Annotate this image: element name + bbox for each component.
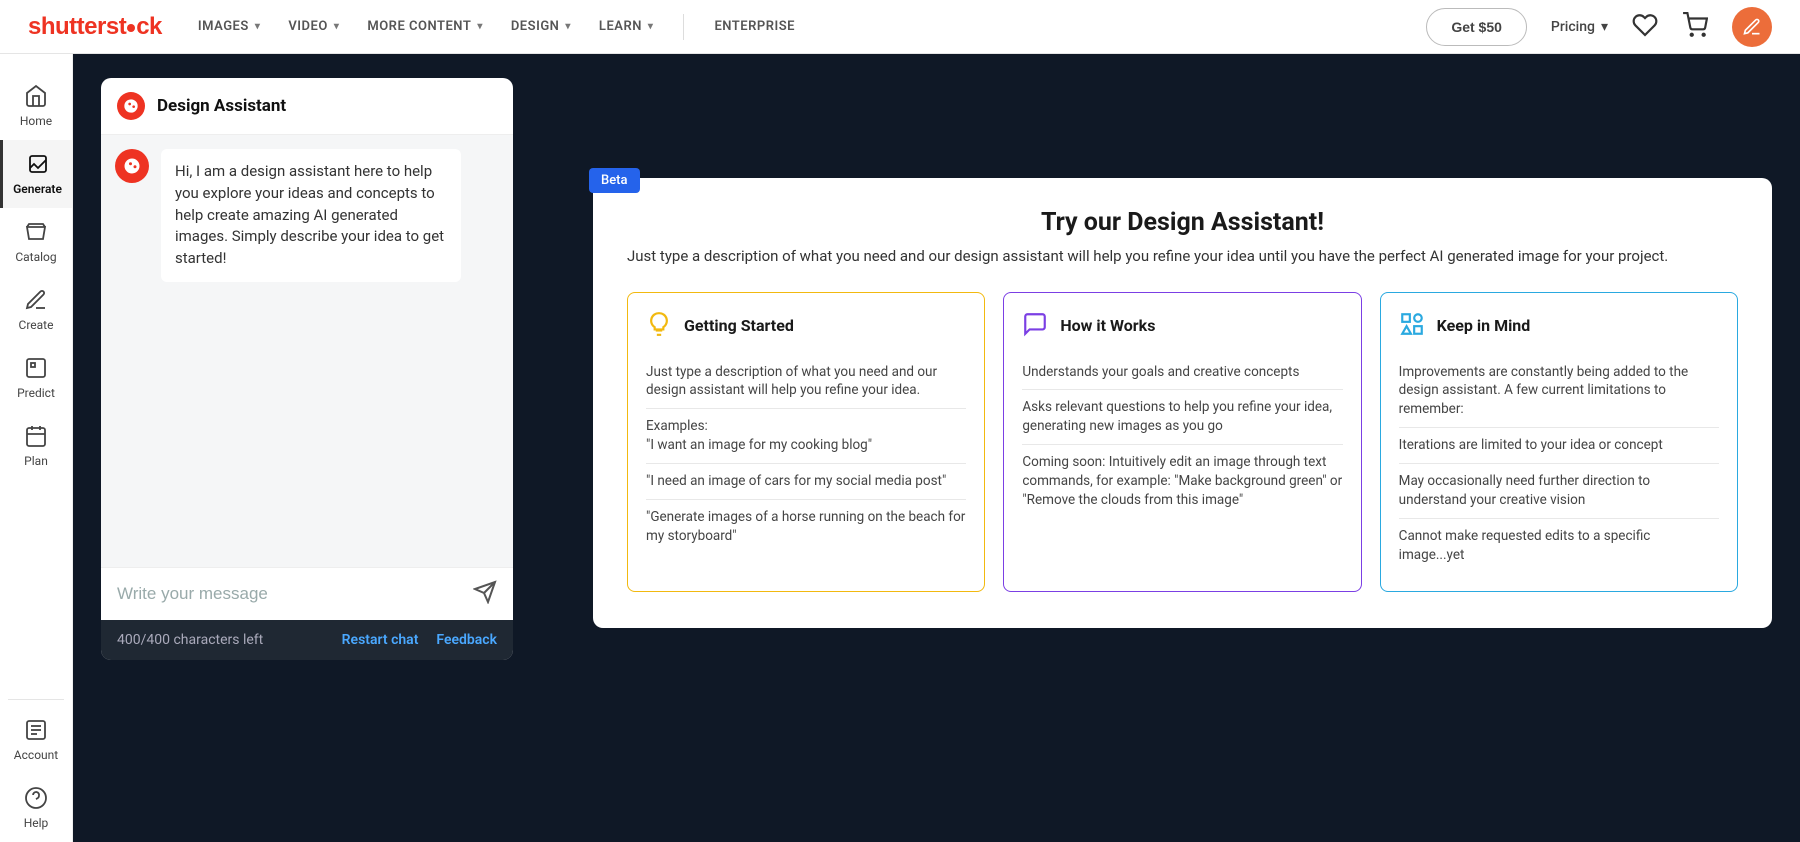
plan-icon	[24, 424, 48, 448]
info-panel: Beta Try our Design Assistant! Just type…	[593, 178, 1772, 628]
chat-body[interactable]: Hi, I am a design assistant here to help…	[101, 135, 513, 567]
nav-video[interactable]: VIDEO▾	[288, 19, 339, 34]
chat-input-row	[101, 567, 513, 620]
catalog-icon	[24, 220, 48, 244]
sidebar-item-predict[interactable]: Predict	[0, 344, 72, 412]
chevron-down-icon: ▾	[334, 21, 340, 32]
nav-design[interactable]: DESIGN▾	[511, 19, 571, 34]
card-line: Just type a description of what you need…	[646, 355, 966, 410]
info-subtitle: Just type a description of what you need…	[627, 245, 1738, 268]
create-icon	[24, 288, 48, 312]
top-nav: shutterstck IMAGES▾ VIDEO▾ MORE CONTENT▾…	[0, 0, 1800, 54]
sidebar-item-catalog[interactable]: Catalog	[0, 208, 72, 276]
feedback-link[interactable]: Feedback	[436, 632, 497, 648]
sidebar-item-plan[interactable]: Plan	[0, 412, 72, 480]
sidebar-item-create[interactable]: Create	[0, 276, 72, 344]
card-title: Keep in Mind	[1437, 316, 1531, 335]
card-body: Understands your goals and creative conc…	[1022, 355, 1342, 518]
sidebar-item-label: Generate	[13, 182, 62, 196]
heart-icon[interactable]	[1632, 12, 1658, 42]
chat-panel: Design Assistant Hi, I am a design assis…	[101, 78, 513, 660]
card-body: Improvements are constantly being added …	[1399, 355, 1719, 573]
lightbulb-icon	[646, 311, 672, 341]
nav-items: IMAGES▾ VIDEO▾ MORE CONTENT▾ DESIGN▾ LEA…	[198, 14, 1426, 40]
sidebar-item-generate[interactable]: Generate	[0, 140, 72, 208]
card-getting-started: Getting Started Just type a description …	[627, 292, 985, 592]
chat-input[interactable]	[117, 584, 473, 604]
sidebar-item-label: Home	[20, 114, 52, 128]
sidebar-item-label: Catalog	[15, 250, 56, 264]
card-body: Just type a description of what you need…	[646, 355, 966, 554]
chat-header: Design Assistant	[101, 78, 513, 135]
card-line: Iterations are limited to your idea or c…	[1399, 428, 1719, 464]
chevron-down-icon: ▾	[1601, 19, 1608, 35]
chevron-down-icon: ▾	[565, 21, 571, 32]
shapes-icon	[1399, 311, 1425, 341]
restart-chat-link[interactable]: Restart chat	[342, 632, 419, 648]
sidebar-divider	[8, 699, 64, 700]
nav-enterprise[interactable]: ENTERPRISE	[714, 19, 795, 34]
chat-title: Design Assistant	[157, 96, 286, 116]
card-line: Coming soon: Intuitively edit an image t…	[1022, 445, 1342, 518]
get50-button[interactable]: Get $50	[1426, 8, 1527, 46]
card-title: Getting Started	[684, 316, 794, 335]
card-line: May occasionally need further direction …	[1399, 464, 1719, 519]
info-wrap: Beta Try our Design Assistant! Just type…	[593, 78, 1772, 818]
chevron-down-icon: ▾	[648, 21, 654, 32]
pricing-link[interactable]: Pricing▾	[1551, 19, 1608, 35]
send-icon[interactable]	[473, 580, 497, 608]
logo[interactable]: shutterstck	[28, 13, 162, 41]
card-line: "I need an image of cars for my social m…	[646, 464, 966, 500]
card-line: "Generate images of a horse running on t…	[646, 500, 966, 554]
chat-bubble-icon	[1022, 311, 1048, 341]
nav-learn[interactable]: LEARN▾	[599, 19, 654, 34]
char-counter: 400/400 characters left	[117, 632, 324, 648]
sidebar-item-label: Plan	[24, 454, 48, 468]
content-area: Design Assistant Hi, I am a design assis…	[73, 54, 1800, 842]
nav-more-content[interactable]: MORE CONTENT▾	[367, 19, 483, 34]
sidebar-item-help[interactable]: Help	[0, 774, 72, 842]
card-line: Understands your goals and creative conc…	[1022, 355, 1342, 391]
chevron-down-icon: ▾	[477, 21, 483, 32]
card-how-it-works: How it Works Understands your goals and …	[1003, 292, 1361, 592]
sidebar-item-label: Predict	[17, 386, 55, 400]
sidebar-item-home[interactable]: Home	[0, 72, 72, 140]
card-line: Cannot make requested edits to a specifi…	[1399, 519, 1719, 573]
card-title: How it Works	[1060, 316, 1155, 335]
beta-badge: Beta	[589, 168, 640, 193]
chat-message: Hi, I am a design assistant here to help…	[115, 149, 499, 282]
main: Home Generate Catalog Create Predict Pla…	[0, 54, 1800, 842]
nav-right: Get $50 Pricing▾	[1426, 7, 1772, 47]
sidebar: Home Generate Catalog Create Predict Pla…	[0, 54, 73, 842]
chat-message-text: Hi, I am a design assistant here to help…	[161, 149, 461, 282]
nav-images[interactable]: IMAGES▾	[198, 19, 260, 34]
sidebar-item-account[interactable]: Account	[0, 706, 72, 774]
chat-footer: 400/400 characters left Restart chat Fee…	[101, 620, 513, 660]
info-title: Try our Design Assistant!	[627, 208, 1738, 237]
predict-icon	[24, 356, 48, 380]
nav-divider	[683, 14, 684, 40]
help-icon	[24, 786, 48, 810]
chevron-down-icon: ▾	[255, 21, 261, 32]
card-line: Asks relevant questions to help you refi…	[1022, 390, 1342, 445]
avatar-button[interactable]	[1732, 7, 1772, 47]
card-line: Examples: "I want an image for my cookin…	[646, 409, 966, 464]
card-keep-in-mind: Keep in Mind Improvements are constantly…	[1380, 292, 1738, 592]
assistant-avatar-icon	[117, 92, 145, 120]
account-icon	[24, 718, 48, 742]
info-cards: Getting Started Just type a description …	[627, 292, 1738, 592]
sidebar-item-label: Create	[19, 318, 54, 332]
card-line: Improvements are constantly being added …	[1399, 355, 1719, 429]
home-icon	[24, 84, 48, 108]
sidebar-item-label: Help	[24, 816, 49, 830]
sidebar-item-label: Account	[14, 748, 58, 762]
assistant-avatar-icon	[115, 149, 149, 183]
cart-icon[interactable]	[1682, 12, 1708, 42]
generate-icon	[26, 152, 50, 176]
